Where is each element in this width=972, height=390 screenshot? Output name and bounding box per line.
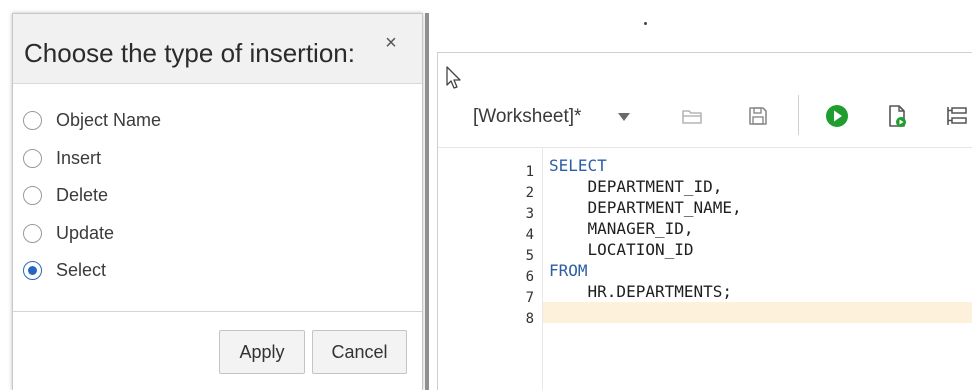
option-label: Update: [56, 222, 115, 243]
insertion-options: Object Name Insert Delete Update Select: [23, 110, 161, 298]
option-label: Select: [56, 260, 107, 280]
code-line[interactable]: DEPARTMENT_NAME,: [543, 197, 972, 218]
dialog-footer: Apply Cancel: [13, 311, 422, 390]
option-insert[interactable]: Insert: [23, 148, 161, 186]
open-folder-icon[interactable]: [679, 103, 705, 129]
code-text: FROM: [549, 261, 588, 280]
apply-button[interactable]: Apply: [219, 330, 305, 374]
code-text: SELECT: [549, 156, 607, 175]
option-label: Object Name: [56, 110, 162, 130]
code-line-active[interactable]: [543, 302, 972, 323]
stray-dot: [644, 22, 647, 25]
code-line[interactable]: SELECT: [543, 155, 972, 176]
run-script-icon[interactable]: [884, 103, 910, 129]
option-select[interactable]: Select: [23, 260, 161, 298]
line-number-gutter: 1 2 3 4 5 6 7 8: [438, 148, 542, 390]
explain-plan-icon[interactable]: [944, 103, 970, 129]
line-number: 6: [525, 269, 534, 285]
option-delete[interactable]: Delete: [23, 185, 161, 223]
code-editor[interactable]: 1 2 3 4 5 6 7 8 SELECT DEPARTMENT_ID, DE…: [438, 147, 972, 390]
toolbar-separator: [798, 95, 799, 135]
code-line[interactable]: FROM: [543, 260, 972, 281]
line-number: 3: [525, 206, 534, 222]
save-icon[interactable]: [745, 103, 771, 129]
worksheet-toolbar: [Worksheet]*: [438, 93, 972, 143]
insertion-type-dialog: Choose the type of insertion: × Object N…: [12, 13, 423, 390]
dialog-title: Choose the type of insertion:: [24, 38, 355, 68]
line-number: 7: [525, 290, 534, 306]
caret-down-icon[interactable]: [618, 112, 630, 122]
close-icon[interactable]: ×: [382, 33, 400, 53]
code-text: LOCATION_ID: [549, 240, 694, 259]
line-number: 5: [525, 248, 534, 264]
code-text: DEPARTMENT_ID,: [549, 177, 723, 196]
option-label: Delete: [56, 185, 109, 205]
option-object-name[interactable]: Object Name: [23, 110, 161, 148]
code-area[interactable]: SELECT DEPARTMENT_ID, DEPARTMENT_NAME, M…: [542, 148, 972, 390]
worksheet-panel: [Worksheet]* 1 2 3 4 5 6 7 8 SELECT DEPA…: [437, 52, 972, 390]
code-line[interactable]: LOCATION_ID: [543, 239, 972, 260]
radio-object-name[interactable]: [23, 111, 42, 130]
radio-delete[interactable]: [23, 186, 42, 205]
line-number: 2: [525, 185, 534, 201]
cancel-button[interactable]: Cancel: [312, 330, 407, 374]
worksheet-tab-title[interactable]: [Worksheet]*: [473, 106, 581, 128]
line-number: 8: [525, 311, 534, 327]
line-number: 1: [525, 164, 534, 180]
radio-insert[interactable]: [23, 148, 42, 168]
panel-divider: [425, 13, 429, 390]
code-line[interactable]: MANAGER_ID,: [543, 218, 972, 239]
line-number: 4: [525, 227, 534, 243]
option-update[interactable]: Update: [23, 223, 161, 261]
code-text: MANAGER_ID,: [549, 219, 694, 238]
run-statement-icon[interactable]: [824, 103, 850, 129]
code-text: DEPARTMENT_NAME,: [549, 198, 742, 217]
radio-update[interactable]: [23, 223, 42, 243]
option-label: Insert: [56, 147, 102, 168]
dialog-header: Choose the type of insertion: ×: [13, 14, 422, 84]
mouse-pointer-icon: [446, 66, 461, 89]
code-line[interactable]: HR.DEPARTMENTS;: [543, 281, 972, 302]
radio-select[interactable]: [23, 261, 42, 280]
code-line[interactable]: DEPARTMENT_ID,: [543, 176, 972, 197]
code-text: HR.DEPARTMENTS;: [549, 282, 733, 301]
